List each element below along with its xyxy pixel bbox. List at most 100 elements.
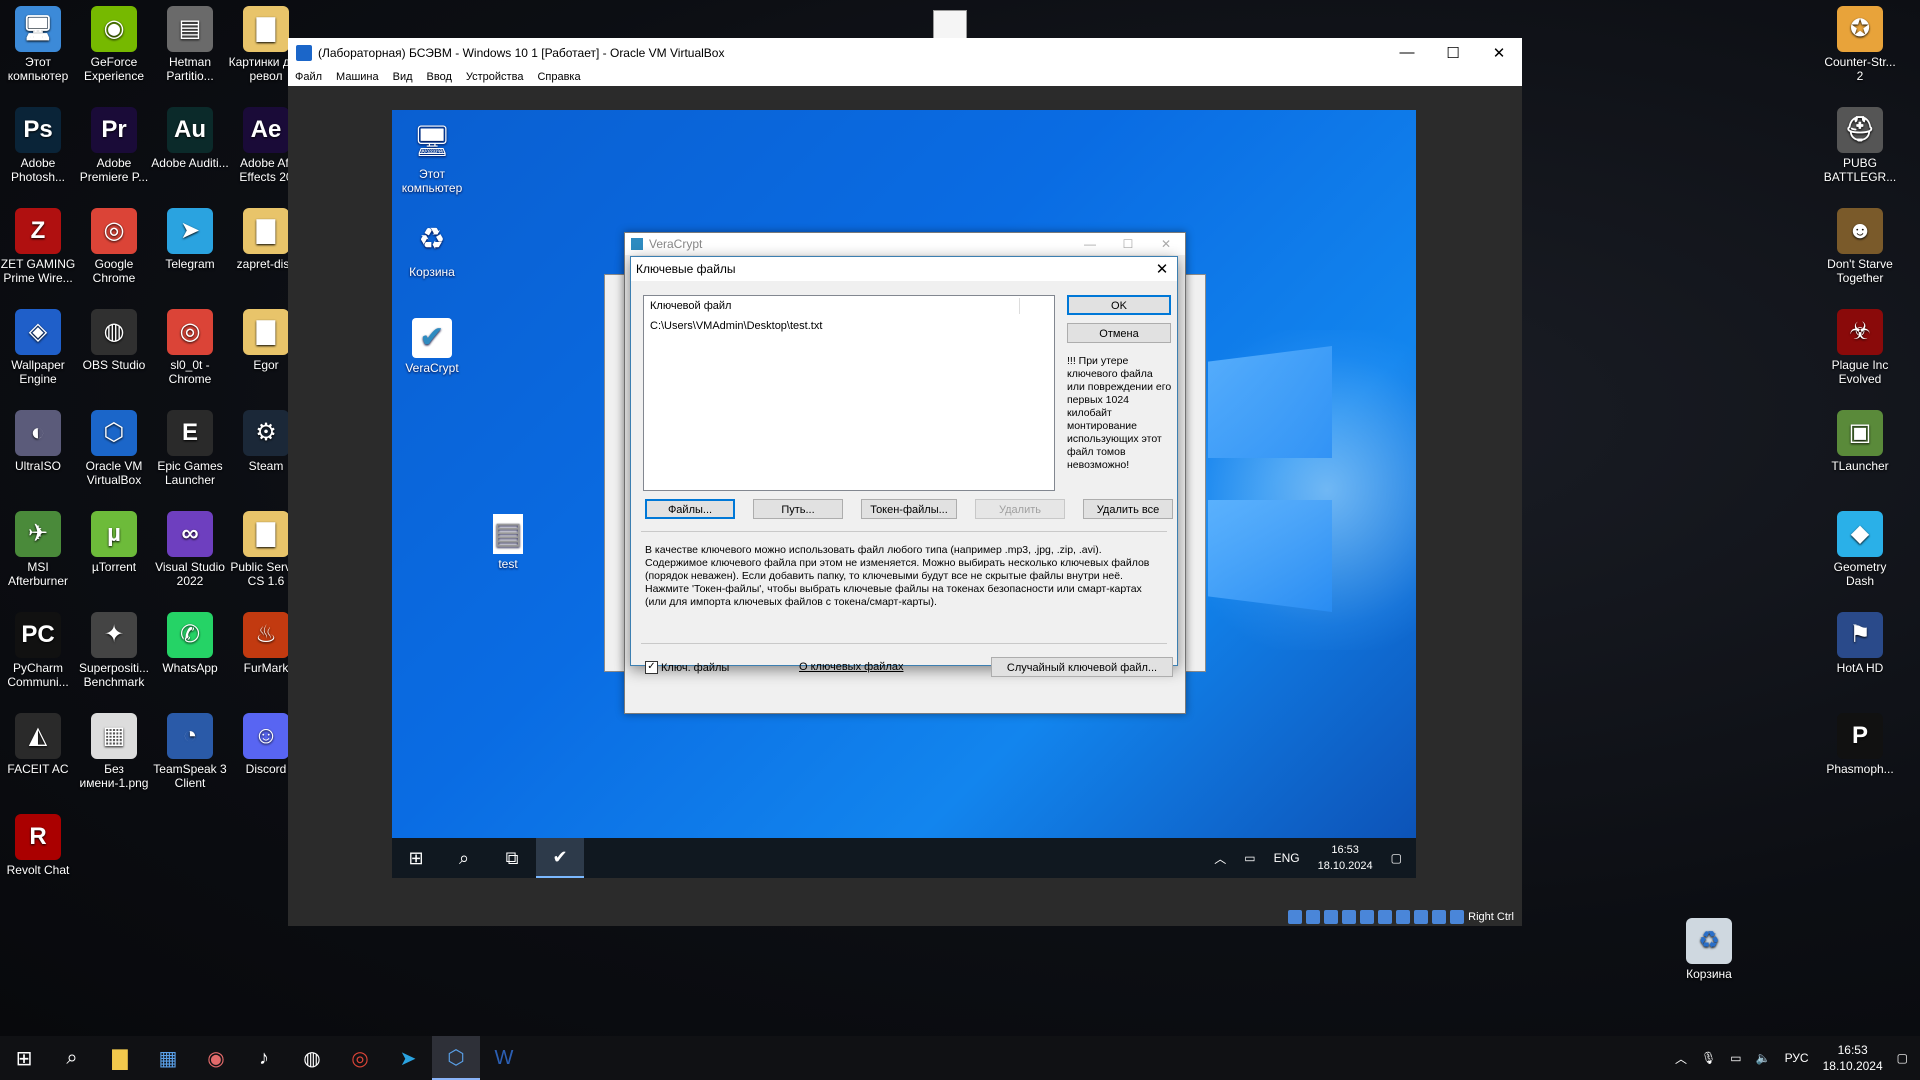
desktop-shortcut[interactable]: ✈ MSI Afterburner: [0, 511, 77, 588]
keyfiles-list[interactable]: Ключевой файл C:\Users\VMAdmin\Desktop\t…: [643, 295, 1055, 491]
desktop-shortcut[interactable]: ⚑ HotA HD: [1821, 612, 1899, 675]
menu-machine[interactable]: Машина: [329, 71, 386, 83]
list-header-keyfile[interactable]: Ключевой файл: [644, 296, 1054, 317]
ok-button[interactable]: OK: [1067, 295, 1171, 315]
usb-icon[interactable]: [1360, 910, 1375, 924]
tray-chevron-icon[interactable]: ︿: [1675, 1050, 1687, 1067]
language-indicator[interactable]: РУС: [1785, 1051, 1809, 1065]
about-keyfiles-link[interactable]: О ключевых файлах: [799, 661, 903, 673]
desktop-shortcut[interactable]: Z ZET GAMING Prime Wire...: [0, 208, 77, 285]
desktop-shortcut[interactable]: ⬡ Oracle VM VirtualBox: [75, 410, 153, 487]
virtualbox-taskbar-icon[interactable]: ⬡: [432, 1036, 480, 1080]
remove-all-button[interactable]: Удалить все: [1083, 499, 1173, 519]
desktop-shortcut[interactable]: ✦ Superpositi... Benchmark: [75, 612, 153, 689]
desktop-shortcut[interactable]: ◎ sl0_0t - Chrome: [151, 309, 229, 386]
network-icon[interactable]: ▭: [1244, 851, 1255, 865]
desktop-shortcut[interactable]: ◉ GeForce Experience: [75, 6, 153, 83]
desktop-shortcut[interactable]: R Revolt Chat: [0, 814, 77, 877]
add-files-button[interactable]: Файлы...: [645, 499, 735, 519]
windows-start-icon[interactable]: ⊞: [392, 838, 440, 878]
use-keyfiles-checkbox[interactable]: ✓ Ключ. файлы: [645, 661, 729, 674]
telegram-icon[interactable]: ➤: [384, 1036, 432, 1080]
keyfiles-titlebar[interactable]: Ключевые файлы ✕: [631, 257, 1177, 281]
host-clock[interactable]: 16:53 18.10.2024: [1823, 1042, 1883, 1074]
desktop-shortcut[interactable]: ◈ Wallpaper Engine: [0, 309, 77, 386]
desktop-shortcut[interactable]: ☻ Don't Starve Together: [1821, 208, 1899, 285]
word-icon[interactable]: W: [480, 1036, 528, 1080]
desktop-shortcut[interactable]: ◍ OBS Studio: [75, 309, 153, 372]
close-button[interactable]: ✕: [1147, 237, 1185, 251]
menu-file[interactable]: Файл: [288, 71, 329, 83]
tray-chevron-icon[interactable]: ︿: [1214, 850, 1226, 867]
desktop-shortcut[interactable]: ▦ Без имени-1.png: [75, 713, 153, 790]
desktop-shortcut[interactable]: ◔ TeamSpeak 3 Client: [151, 713, 229, 790]
close-button[interactable]: ✕: [1476, 44, 1522, 62]
desktop-shortcut[interactable]: ◎ Google Chrome: [75, 208, 153, 285]
store-icon[interactable]: ▦: [144, 1036, 192, 1080]
random-keyfile-button[interactable]: Случайный ключевой файл...: [991, 657, 1173, 677]
desktop-shortcut[interactable]: µ µTorrent: [75, 511, 153, 574]
desktop-shortcut[interactable]: ◆ Geometry Dash: [1821, 511, 1899, 588]
desktop-shortcut[interactable]: ∞ Visual Studio 2022: [151, 511, 229, 588]
optical-drive-icon[interactable]: [1306, 910, 1321, 924]
token-files-button[interactable]: Токен-файлы...: [861, 499, 957, 519]
audio-icon[interactable]: [1324, 910, 1339, 924]
guest-icon-veracrypt[interactable]: ✔ VeraCrypt: [392, 318, 472, 375]
volume-icon[interactable]: 🔈: [1756, 1051, 1771, 1065]
menu-devices[interactable]: Устройства: [459, 71, 531, 83]
remove-button[interactable]: Удалить: [975, 499, 1065, 519]
app-icon[interactable]: ◉: [192, 1036, 240, 1080]
minimize-button[interactable]: —: [1071, 237, 1109, 251]
mouse-integration-icon[interactable]: [1450, 910, 1465, 924]
desktop-shortcut[interactable]: PC PyCharm Communi...: [0, 612, 77, 689]
search-icon[interactable]: ⌕: [48, 1036, 96, 1080]
recording-icon[interactable]: [1414, 910, 1429, 924]
cancel-button[interactable]: Отмена: [1067, 323, 1171, 343]
hdd-icon[interactable]: [1288, 910, 1303, 924]
guest-icon-this-pc[interactable]: 🖥 Этот компьютер: [392, 120, 472, 196]
windows-start-icon[interactable]: ⊞: [0, 1036, 48, 1080]
desktop-shortcut[interactable]: Pr Adobe Premiere P...: [75, 107, 153, 184]
shared-folders-icon[interactable]: [1378, 910, 1393, 924]
search-icon[interactable]: ⌕: [440, 838, 488, 878]
music-icon[interactable]: ♪: [240, 1036, 288, 1080]
desktop-shortcut[interactable]: ▤ Hetman Partitio...: [151, 6, 229, 83]
desktop-shortcut[interactable]: Ps Adobe Photosh...: [0, 107, 77, 184]
desktop-shortcut[interactable]: ⛑ PUBG BATTLEGR...: [1821, 107, 1899, 184]
network-icon[interactable]: ▭: [1730, 1051, 1741, 1065]
language-indicator[interactable]: ENG: [1274, 851, 1300, 865]
desktop-shortcut[interactable]: P Phasmoph...: [1821, 713, 1899, 776]
desktop-shortcut[interactable]: ✆ WhatsApp: [151, 612, 229, 675]
guest-icon-test-file[interactable]: ▤ test: [468, 514, 548, 571]
desktop-shortcut[interactable]: ◭ FACEIT AC: [0, 713, 77, 776]
menu-view[interactable]: Вид: [386, 71, 420, 83]
notifications-icon[interactable]: ▢: [1897, 1051, 1908, 1065]
desktop-shortcut[interactable]: 🖥 Этот компьютер: [0, 6, 77, 83]
minimize-button[interactable]: —: [1384, 44, 1430, 62]
veracrypt-taskbar-icon[interactable]: ✔: [536, 838, 584, 878]
desktop-shortcut[interactable]: ✪ Counter-Str... 2: [1821, 6, 1899, 83]
microphone-icon[interactable]: 🎙: [1701, 1051, 1716, 1065]
file-icon[interactable]: [933, 10, 967, 40]
file-explorer-icon[interactable]: ▇: [96, 1036, 144, 1080]
desktop-shortcut[interactable]: ➤ Telegram: [151, 208, 229, 271]
add-path-button[interactable]: Путь...: [753, 499, 843, 519]
maximize-button[interactable]: ☐: [1109, 237, 1147, 251]
maximize-button[interactable]: ☐: [1430, 44, 1476, 62]
display-icon[interactable]: [1396, 910, 1411, 924]
menu-help[interactable]: Справка: [530, 71, 587, 83]
desktop-shortcut[interactable]: ◐ UltraISO: [0, 410, 77, 473]
guest-clock[interactable]: 16:53 18.10.2024: [1318, 842, 1373, 874]
close-icon[interactable]: ✕: [1147, 260, 1177, 278]
desktop-shortcut[interactable]: E Epic Games Launcher: [151, 410, 229, 487]
menu-input[interactable]: Ввод: [420, 71, 459, 83]
obs-icon[interactable]: ◍: [288, 1036, 336, 1080]
chrome-icon[interactable]: ◎: [336, 1036, 384, 1080]
guest-icon-recycle-bin[interactable]: ♻ Корзина: [392, 218, 472, 280]
checkbox-checked-icon[interactable]: ✓: [645, 661, 658, 674]
list-item[interactable]: C:\Users\VMAdmin\Desktop\test.txt: [644, 317, 1054, 335]
task-view-icon[interactable]: ⧉: [488, 838, 536, 878]
notifications-icon[interactable]: ▢: [1391, 851, 1402, 865]
cpu-icon[interactable]: [1432, 910, 1447, 924]
desktop-shortcut[interactable]: ☣ Plague Inc Evolved: [1821, 309, 1899, 386]
